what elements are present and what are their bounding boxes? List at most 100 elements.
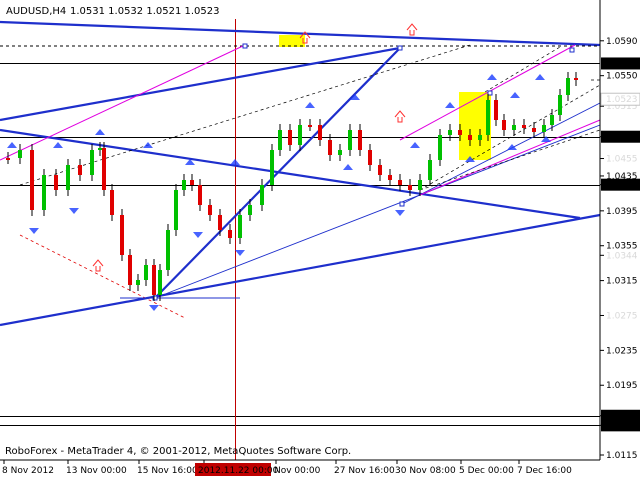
candle-body [468, 135, 472, 140]
candle-body [328, 140, 332, 155]
candle-body [110, 190, 114, 215]
candle-body [90, 150, 94, 175]
time-axis: 8 Nov 2012 13 Nov 00:00 15 Nov 16:00 2012.1… [2, 460, 572, 476]
candle-body [260, 185, 264, 205]
fractal-markers [7, 23, 551, 311]
up-arrow-signal [406, 23, 418, 36]
trend-line [484, 46, 561, 93]
time-label: 15 Nov 16:00 [137, 466, 198, 476]
price-tick-label: 1.0355 [606, 242, 638, 252]
candle-body [438, 135, 442, 160]
anchor-point [242, 43, 248, 49]
candle-body [270, 150, 274, 185]
anchor-point [397, 45, 403, 51]
chart-window: 1.05901.05501.05151.04801.04551.04351.04… [0, 0, 640, 480]
candle-body [18, 150, 22, 158]
fractal-arrow-marker [7, 142, 17, 148]
candle-body [532, 128, 536, 132]
candle-body [288, 130, 292, 145]
price-chart[interactable]: 1.05901.05501.05151.04801.04551.04351.04… [0, 0, 640, 480]
fractal-arrow-marker [305, 102, 315, 108]
trend-line [19, 44, 471, 186]
fractal-arrow-marker [235, 250, 245, 256]
candle-body [278, 130, 282, 150]
candle-body [228, 230, 232, 238]
candle-body [182, 180, 186, 190]
chart-ohlc: 1.0531 1.0532 1.0521 1.0523 [70, 6, 220, 17]
last-price-label: 1.0523 [606, 95, 638, 105]
fractal-arrow-marker [487, 74, 497, 80]
candle-body [502, 120, 506, 130]
candle-body [174, 190, 178, 230]
candle-body [298, 125, 302, 145]
time-label: 13 Nov 00:00 [66, 466, 127, 476]
candle-body [318, 125, 322, 140]
fractal-arrow-marker [510, 92, 520, 98]
fractal-arrow-marker [343, 164, 353, 170]
candle-body [208, 205, 212, 215]
candle-body [190, 180, 194, 185]
candle-body [358, 130, 362, 150]
chart-symbol: AUDUSD,H4 [6, 6, 66, 17]
candle-body [158, 270, 162, 295]
price-tick-label: 1.0235 [606, 346, 638, 356]
candle-body [144, 265, 148, 280]
candle-body [574, 78, 578, 80]
level-label: 1.0149 [606, 421, 638, 431]
price-tick-label: 1.0455 [606, 155, 638, 165]
candle-body [558, 95, 562, 115]
price-tick-label: 1.0344 [606, 251, 638, 261]
anchor-point [487, 90, 493, 96]
time-label: 27 Nov 16:00 [334, 466, 395, 476]
fractal-arrow-marker [410, 142, 420, 148]
time-label: 30 Nov 08:00 [395, 466, 456, 476]
candle-body [120, 215, 124, 255]
candle-body [478, 135, 482, 140]
candle-body [494, 100, 498, 120]
candle-body [448, 130, 452, 135]
price-tick-label: 1.0195 [606, 381, 638, 391]
time-label: Nov 00:00 [274, 466, 321, 476]
up-arrow-signal [394, 110, 406, 123]
fractal-arrow-marker [395, 210, 405, 216]
candle-body [408, 185, 412, 190]
candle-body [308, 125, 312, 127]
up-arrow-signal [92, 259, 104, 272]
fractal-arrow-marker [143, 142, 153, 148]
candle-body [78, 165, 82, 175]
candle-body [102, 148, 106, 190]
time-label: 2012.11.22 00:00 [198, 466, 279, 476]
candle-body [98, 148, 102, 150]
fractal-arrow-marker [149, 305, 159, 311]
price-tick-label: 1.0115 [606, 451, 638, 461]
candle-body [6, 158, 10, 160]
fractal-arrow-marker [53, 142, 63, 148]
trend-line [0, 44, 246, 161]
time-label: 5 Dec 00:00 [459, 466, 514, 476]
level-label: 1.0480 [606, 133, 638, 143]
candle-body [348, 130, 352, 150]
candle-body [238, 215, 242, 238]
candle-body [542, 125, 546, 132]
copyright-text: RoboForex - MetaTrader 4, © 2001-2012, M… [5, 446, 351, 457]
price-tick-label: 1.0550 [606, 72, 638, 82]
candle-body [30, 150, 34, 210]
candle-body [522, 125, 526, 128]
fractal-arrow-marker [445, 102, 455, 108]
candle-body [428, 160, 432, 180]
fractal-arrow-marker [507, 144, 517, 150]
candle-body [152, 265, 156, 295]
candle-body [566, 78, 570, 95]
candle-body [136, 280, 140, 285]
candle-body [550, 115, 554, 125]
fractal-arrow-marker [69, 208, 79, 214]
candle-body [42, 175, 46, 210]
candle-body [368, 150, 372, 165]
anchor-point [569, 47, 575, 53]
candle-body [248, 205, 252, 215]
fractal-arrow-marker [230, 159, 240, 165]
candle-body [66, 165, 70, 190]
candle-body [486, 100, 490, 135]
candle-body [512, 125, 516, 130]
price-tick-label: 1.0590 [606, 37, 638, 47]
